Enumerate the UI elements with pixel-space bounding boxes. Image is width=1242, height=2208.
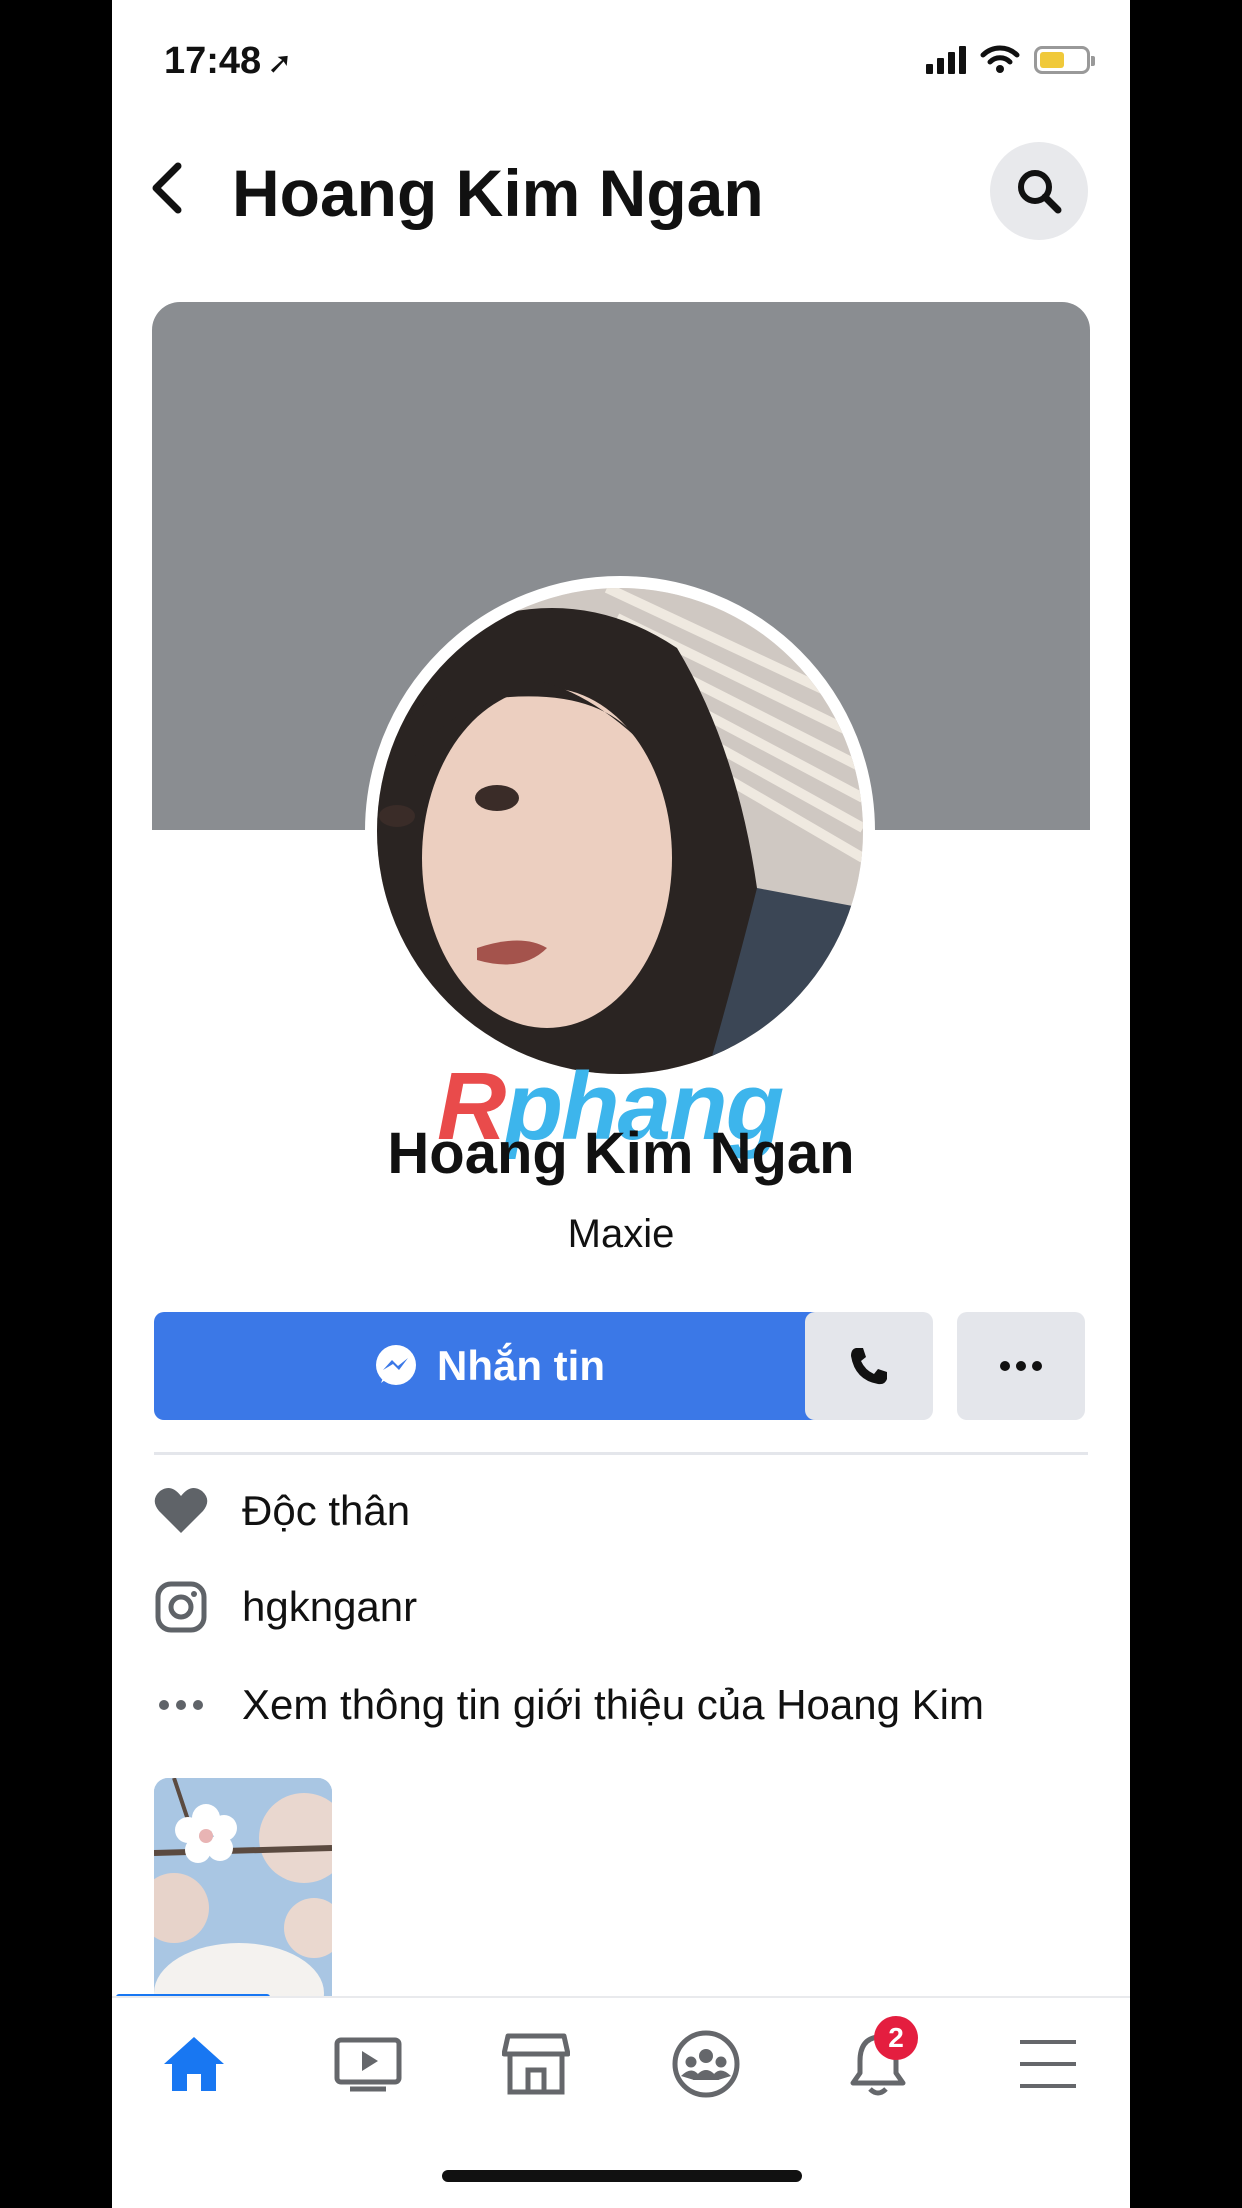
featured-photo[interactable] bbox=[154, 1778, 332, 1998]
status-time-label: 17:48 bbox=[164, 40, 262, 82]
more-button[interactable] bbox=[957, 1312, 1085, 1420]
battery-fill bbox=[1040, 52, 1065, 68]
back-button[interactable] bbox=[138, 160, 198, 220]
featured-photo-image bbox=[154, 1778, 332, 1998]
info-row-about[interactable]: Xem thông tin giới thiệu của Hoang Kim bbox=[154, 1678, 984, 1732]
info-row-instagram[interactable]: hgknganr bbox=[154, 1580, 417, 1634]
home-icon bbox=[164, 2037, 224, 2091]
phone-screen: 17:48 ➚ Hoang Kim Ngan Rphang Hoang Kim … bbox=[112, 0, 1130, 2208]
bottom-navigation: 2 bbox=[112, 1996, 1130, 2116]
home-indicator[interactable] bbox=[442, 2170, 802, 2182]
location-arrow-icon: ➚ bbox=[267, 47, 293, 80]
avatar-photo bbox=[377, 588, 863, 1074]
nav-marketplace[interactable] bbox=[496, 2024, 576, 2104]
call-button[interactable] bbox=[805, 1312, 933, 1420]
search-icon bbox=[1018, 170, 1062, 214]
info-relationship-text: Độc thân bbox=[242, 1487, 411, 1534]
heart-icon bbox=[154, 1484, 208, 1538]
message-button[interactable]: Nhắn tin bbox=[154, 1312, 824, 1420]
message-button-label: Nhắn tin bbox=[437, 1342, 605, 1389]
profile-nickname: Maxie bbox=[567, 1212, 675, 1256]
instagram-icon bbox=[154, 1580, 208, 1634]
wifi-icon bbox=[980, 45, 1020, 73]
groups-icon bbox=[672, 2030, 740, 2098]
nav-menu[interactable] bbox=[1008, 2024, 1088, 2104]
chevron-left-icon bbox=[152, 162, 182, 214]
menu-icon bbox=[1020, 2040, 1076, 2088]
profile-avatar[interactable] bbox=[365, 576, 875, 1086]
more-dots-icon bbox=[1000, 1361, 1042, 1371]
nav-groups[interactable] bbox=[666, 2024, 746, 2104]
phone-icon bbox=[851, 1348, 887, 1385]
divider bbox=[154, 1452, 1088, 1455]
battery-icon bbox=[1034, 46, 1095, 74]
search-button[interactable] bbox=[990, 142, 1088, 240]
nav-home[interactable] bbox=[154, 2024, 234, 2104]
notification-badge: 2 bbox=[874, 2016, 918, 2060]
nav-notifications[interactable]: 2 bbox=[838, 2016, 918, 2104]
watch-icon bbox=[334, 2037, 402, 2092]
status-icons bbox=[926, 44, 1095, 74]
messenger-icon bbox=[376, 1345, 416, 1385]
page-title: Hoang Kim Ngan bbox=[232, 156, 764, 230]
info-instagram-text[interactable]: hgknganr bbox=[242, 1583, 417, 1631]
nav-watch[interactable] bbox=[328, 2024, 408, 2104]
signal-icon bbox=[926, 46, 966, 74]
profile-name: Hoang Kim Ngan bbox=[387, 1121, 855, 1186]
info-about-text[interactable]: Xem thông tin giới thiệu của Hoang Kim bbox=[242, 1681, 984, 1729]
status-time: 17:48 ➚ bbox=[164, 40, 292, 83]
more-dots-icon bbox=[154, 1678, 208, 1732]
info-row-relationship: Độc thân bbox=[154, 1484, 410, 1538]
marketplace-icon bbox=[502, 2033, 570, 2095]
